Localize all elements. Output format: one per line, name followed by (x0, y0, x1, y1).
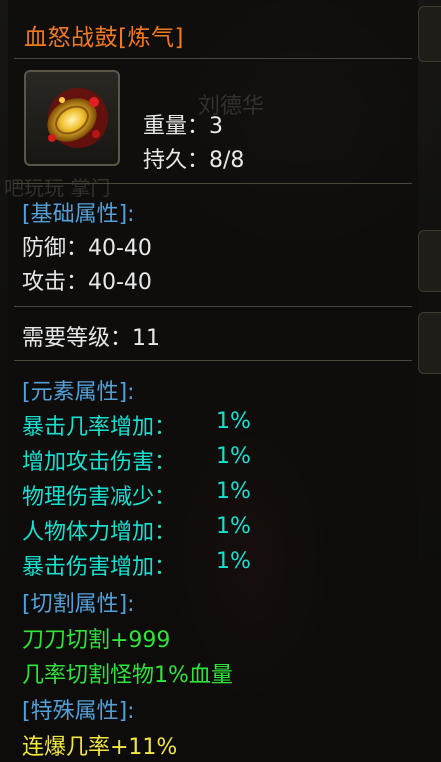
item-durability: 持久：8/8 (143, 148, 245, 173)
war-drum-icon (47, 88, 108, 148)
elemental-stat-label: 暴击几率增加： (22, 415, 177, 440)
item-icon-slot (24, 70, 120, 166)
side-button-3[interactable] (418, 312, 441, 374)
elemental-stat-label: 物理伤害减少： (22, 485, 177, 510)
elemental-attributes-header: [元素属性]: (22, 380, 135, 405)
special-attributes-header: [特殊属性]: (22, 699, 135, 724)
cutting-attributes-header: [切割属性]: (22, 592, 135, 617)
elemental-stat: 暴击几率增加： 1% (22, 409, 251, 441)
elemental-stat-value: 1% (216, 444, 251, 469)
elemental-stat-label: 暴击伤害增加： (22, 555, 177, 580)
elemental-stat: 人物体力增加： 1% (22, 514, 251, 546)
side-button-2[interactable] (418, 230, 441, 292)
cutting-stat: 刀刀切割+999 (22, 628, 171, 653)
divider (14, 183, 412, 184)
elemental-stat-value: 1% (216, 514, 251, 539)
elemental-stat-label: 增加攻击伤害： (22, 450, 177, 475)
elemental-stat: 增加攻击伤害： 1% (22, 444, 251, 476)
required-level: 需要等级：11 (22, 326, 160, 351)
elemental-stat: 暴击伤害增加： 1% (22, 549, 251, 581)
special-stat: 连爆几率+11% (22, 735, 178, 760)
divider (14, 360, 412, 361)
cutting-stat: 几率切割怪物1%血量 (22, 663, 233, 688)
elemental-stat: 物理伤害减少： 1% (22, 479, 251, 511)
divider (14, 58, 412, 59)
side-button-1[interactable] (418, 6, 441, 62)
elemental-stat-value: 1% (216, 409, 251, 434)
base-attributes-header: [基础属性]: (22, 202, 135, 227)
elemental-stat-value: 1% (216, 479, 251, 504)
attack-stat: 攻击：40-40 (22, 270, 152, 295)
elemental-stat-label: 人物体力增加： (22, 520, 177, 545)
divider (14, 306, 412, 307)
elemental-stat-value: 1% (216, 549, 251, 574)
defense-stat: 防御：40-40 (22, 236, 152, 261)
item-weight: 重量：3 (143, 114, 223, 139)
item-name: 血怒战鼓[炼气] (24, 25, 184, 51)
